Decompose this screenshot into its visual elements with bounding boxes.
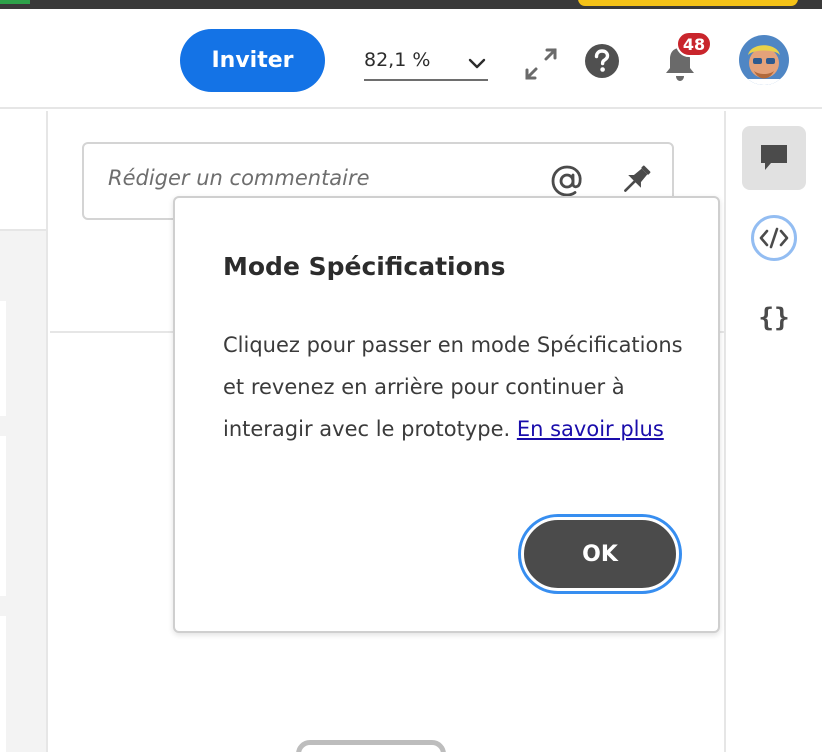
top-strip-green-accent — [0, 0, 30, 4]
invite-button[interactable]: Inviter — [180, 29, 325, 92]
pin-icon[interactable] — [618, 162, 654, 198]
specs-mode-popover: Mode Spécifications Cliquez pour passer … — [173, 196, 720, 633]
at-icon[interactable] — [550, 164, 584, 198]
canvas-artboard-edge — [0, 616, 6, 752]
top-strip-yellow-accent — [578, 0, 798, 6]
chevron-down-icon — [468, 58, 486, 69]
ok-button[interactable]: OK — [521, 517, 679, 591]
notification-count-badge: 48 — [676, 31, 712, 57]
braces-icon[interactable]: {} — [742, 286, 806, 350]
canvas-area — [0, 229, 46, 752]
comment-icon — [761, 145, 787, 170]
focus-ring — [751, 215, 797, 261]
canvas-bottom-control[interactable] — [296, 740, 446, 752]
learn-more-link[interactable]: En savoir plus — [517, 417, 664, 441]
canvas-artboard-edge — [0, 436, 6, 596]
zoom-value: 82,1 % — [364, 49, 431, 71]
zoom-select[interactable]: 82,1 % — [364, 45, 488, 81]
code-icon — [759, 227, 789, 249]
avatar[interactable] — [739, 35, 789, 85]
avatar-image — [739, 35, 789, 85]
browser-top-strip — [0, 0, 822, 9]
popover-body: Cliquez pour passer en mode Spécificatio… — [223, 324, 693, 450]
expand-icon[interactable] — [522, 45, 560, 83]
popover-title: Mode Spécifications — [223, 252, 506, 281]
canvas-left-edge — [0, 111, 48, 752]
app-header: Inviter 82,1 % 48 — [0, 9, 822, 109]
specs-mode-button[interactable] — [742, 206, 806, 270]
comment-mode-button[interactable] — [742, 126, 806, 190]
canvas-artboard-edge — [0, 301, 6, 416]
comment-input[interactable] — [108, 166, 528, 190]
help-icon[interactable] — [584, 43, 620, 79]
